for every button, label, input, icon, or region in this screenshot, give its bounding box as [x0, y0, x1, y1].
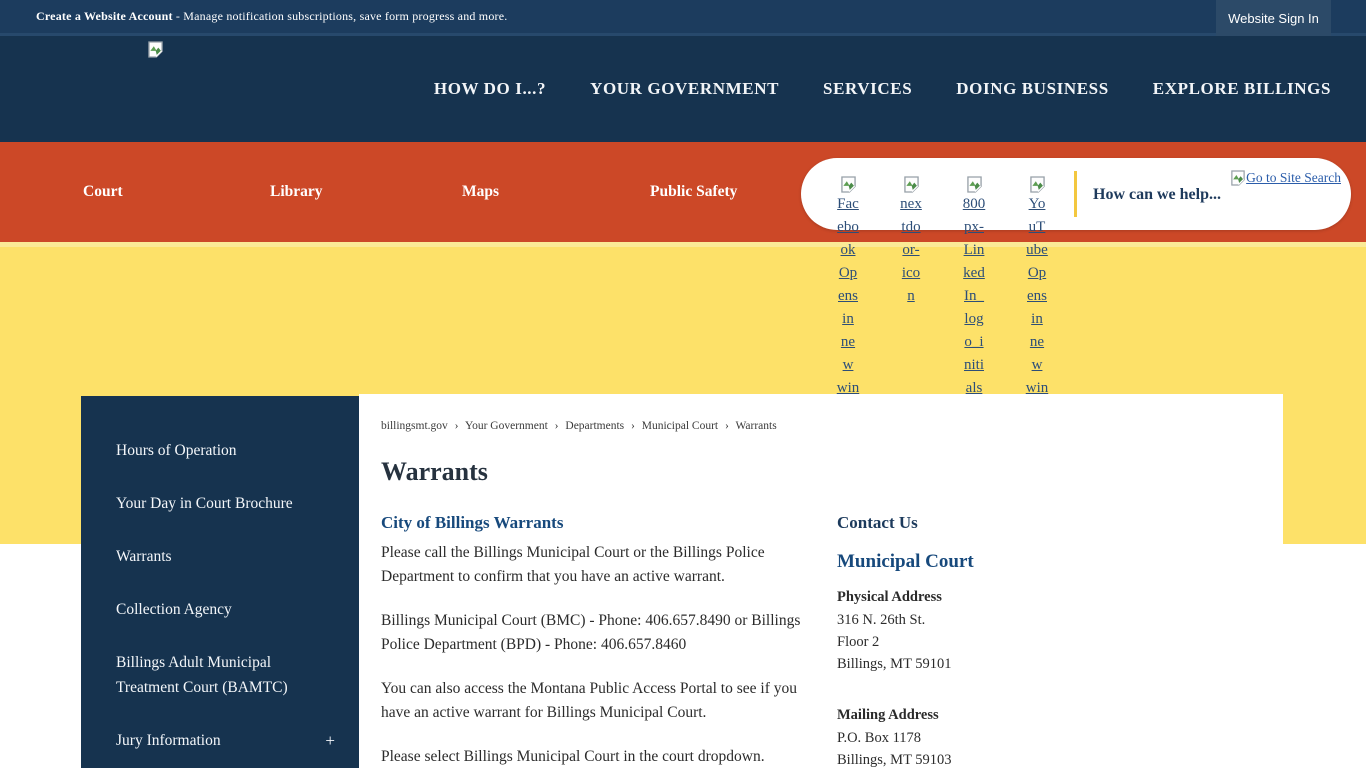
sidebar-item-label: Billings Adult Municipal Treatment Court… — [116, 654, 288, 696]
mailing-address-label: Mailing Address — [837, 707, 1137, 724]
facebook-broken-image-icon — [841, 176, 856, 193]
breadcrumb-separator: › — [631, 420, 635, 432]
site-header: HOW DO I...? YOUR GOVERNMENT SERVICES DO… — [0, 36, 1366, 142]
linkedin-broken-image-icon — [967, 176, 982, 193]
paragraph-phone-numbers: Billings Municipal Court (BMC) - Phone: … — [381, 609, 805, 656]
account-promo-text: Create a Website Account - Manage notifi… — [36, 9, 507, 24]
sidebar-item-jury-information[interactable]: Jury Information + — [81, 714, 359, 767]
nav-your-government[interactable]: YOUR GOVERNMENT — [590, 79, 779, 99]
account-promo-bold[interactable]: Create a Website Account — [36, 9, 173, 23]
sidebar-item-collection-agency[interactable]: Collection Agency — [81, 583, 359, 636]
contact-column: Contact Us Municipal Court Physical Addr… — [837, 513, 1137, 768]
nav-services[interactable]: SERVICES — [823, 79, 912, 99]
linkedin-link[interactable]: 800px-LinkedIn_logo_initials — [957, 175, 991, 400]
sidebar-item-label: Your Day in Court Brochure — [116, 495, 293, 512]
breadcrumb-warrants: Warrants — [735, 420, 776, 432]
section-heading: City of Billings Warrants — [381, 513, 805, 533]
nav-explore-billings[interactable]: EXPLORE BILLINGS — [1153, 79, 1331, 99]
search-divider — [1074, 171, 1077, 217]
search-pill: FacebookOpensinnewwin nextdoor-icon 800p… — [801, 158, 1351, 230]
physical-address-label: Physical Address — [837, 589, 1137, 606]
expand-plus-icon[interactable]: + — [325, 728, 335, 753]
nextdoor-broken-image-icon — [904, 176, 919, 193]
breadcrumb-separator: › — [455, 420, 459, 432]
article-column: City of Billings Warrants Please call th… — [381, 513, 805, 768]
sidebar-item-hours-of-operation[interactable]: Hours of Operation — [81, 424, 359, 477]
breadcrumb-your-government[interactable]: Your Government — [465, 420, 548, 432]
youtube-alt-text: YouTubeOpensinnewwin — [1020, 193, 1054, 400]
facebook-alt-text: FacebookOpensinnewwin — [831, 193, 865, 400]
primary-navigation: HOW DO I...? YOUR GOVERNMENT SERVICES DO… — [434, 36, 1331, 142]
nav-doing-business[interactable]: DOING BUSINESS — [956, 79, 1108, 99]
yellow-band-highlight — [0, 242, 1366, 247]
sidebar-item-label: Jury Information — [116, 732, 221, 749]
content-columns: City of Billings Warrants Please call th… — [381, 513, 1283, 768]
subnav-court[interactable]: Court — [83, 142, 123, 242]
go-to-site-search-link[interactable]: Go to Site Search — [1231, 170, 1341, 186]
account-promo-rest: - Manage notification subscriptions, sav… — [173, 9, 508, 23]
sidebar-menu: Hours of Operation Your Day in Court Bro… — [81, 396, 359, 768]
sidebar-item-label: Warrants — [116, 548, 172, 565]
mailing-address-lines: P.O. Box 1178Billings, MT 59103 — [837, 727, 1137, 768]
sidebar-item-your-day-in-court-brochure[interactable]: Your Day in Court Brochure — [81, 477, 359, 530]
website-sign-in-button[interactable]: Website Sign In — [1216, 0, 1331, 36]
subnav-maps[interactable]: Maps — [462, 142, 499, 242]
paragraph-public-access-portal: You can also access the Montana Public A… — [381, 677, 805, 724]
sidebar-item-label: Hours of Operation — [116, 442, 237, 459]
nextdoor-link[interactable]: nextdoor-icon — [894, 175, 928, 308]
content-panel: billingsmt.gov › Your Government › Depar… — [359, 394, 1283, 768]
facebook-link[interactable]: FacebookOpensinnewwin — [831, 175, 865, 400]
subnav-library[interactable]: Library — [270, 142, 323, 242]
breadcrumb-home[interactable]: billingsmt.gov — [381, 420, 448, 432]
breadcrumb-departments[interactable]: Departments — [565, 420, 624, 432]
breadcrumb-municipal-court[interactable]: Municipal Court — [642, 420, 718, 432]
nextdoor-alt-text: nextdoor-icon — [894, 193, 928, 308]
page-title: Warrants — [381, 457, 1283, 487]
physical-address-lines: 316 N. 26th St.Floor 2Billings, MT 59101 — [837, 609, 1137, 675]
contact-department[interactable]: Municipal Court — [837, 551, 1137, 573]
paragraph-court-dropdown: Please select Billings Municipal Court i… — [381, 745, 805, 768]
sidebar-item-label: Collection Agency — [116, 601, 232, 618]
sidebar-item-bamtc[interactable]: Billings Adult Municipal Treatment Court… — [81, 636, 359, 714]
page: Create a Website Account - Manage notifi… — [0, 0, 1366, 768]
breadcrumb-separator: › — [555, 420, 559, 432]
sidebar-item-warrants[interactable]: Warrants — [81, 530, 359, 583]
subnav-public-safety[interactable]: Public Safety — [650, 142, 737, 242]
contact-us-heading: Contact Us — [837, 513, 1137, 533]
nav-how-do-i[interactable]: HOW DO I...? — [434, 79, 546, 99]
breadcrumb: billingsmt.gov › Your Government › Depar… — [381, 420, 1283, 432]
linkedin-alt-text: 800px-LinkedIn_logo_initials — [957, 193, 991, 400]
go-to-site-search-label: Go to Site Search — [1246, 170, 1341, 186]
paragraph-call-to-confirm: Please call the Billings Municipal Court… — [381, 541, 805, 588]
breadcrumb-separator: › — [725, 420, 729, 432]
search-broken-image-icon — [1231, 170, 1245, 186]
utility-bar: Create a Website Account - Manage notifi… — [0, 0, 1366, 36]
youtube-broken-image-icon — [1030, 176, 1045, 193]
youtube-link[interactable]: YouTubeOpensinnewwin — [1020, 175, 1054, 400]
site-logo-broken-image-icon[interactable] — [148, 40, 163, 58]
